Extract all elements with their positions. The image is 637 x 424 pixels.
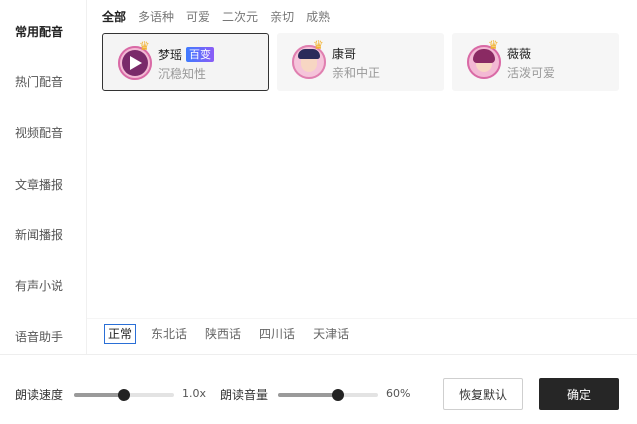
sidebar-item-audio-novel[interactable]: 有声小说 [15, 277, 63, 294]
voice-name: 梦瑶 [158, 48, 183, 62]
volume-slider-fill [278, 393, 338, 397]
crown-icon: ♛ [313, 38, 324, 52]
sidebar-item-news-broadcast[interactable]: 新闻播报 [15, 226, 63, 243]
versatile-badge: 百变 [186, 47, 215, 62]
sidebar-item-article-broadcast[interactable]: 文章播报 [15, 176, 63, 193]
tab-cute[interactable]: 可爱 [186, 9, 210, 25]
tab-mature[interactable]: 成熟 [306, 9, 330, 25]
sidebar-item-popular-voices[interactable]: 热门配音 [15, 73, 63, 90]
reset-default-button[interactable]: 恢复默认 [443, 378, 523, 410]
dialect-northeastern[interactable]: 东北话 [148, 324, 190, 344]
tab-friendly[interactable]: 亲切 [270, 9, 294, 25]
dialect-shaanxi[interactable]: 陕西话 [202, 324, 244, 344]
voice-description: 活泼可爱 [507, 66, 556, 80]
tab-multilingual[interactable]: 多语种 [138, 9, 174, 25]
voice-card-kangge[interactable]: ♛ 康哥 亲和中正 [277, 33, 444, 91]
volume-slider-handle[interactable] [332, 389, 344, 401]
play-icon [130, 56, 142, 70]
dialect-tianjin[interactable]: 天津话 [310, 324, 352, 344]
category-sidebar: 常用配音 热门配音 视频配音 文章播报 新闻播报 有声小说 语音助手 [0, 0, 87, 354]
dialect-sichuan[interactable]: 四川话 [256, 324, 298, 344]
speed-slider-fill [74, 393, 124, 397]
female-avatar-playing-icon[interactable]: ♛ [118, 40, 152, 80]
voice-style-tabs: 全部 多语种 可爱 二次元 亲切 成熟 [102, 9, 342, 25]
tab-anime[interactable]: 二次元 [222, 9, 258, 25]
volume-label: 朗读音量 [220, 388, 269, 402]
male-avatar-icon: ♛ [292, 39, 326, 79]
speed-label: 朗读速度 [15, 388, 64, 402]
confirm-button[interactable]: 确定 [539, 378, 619, 410]
speed-slider[interactable] [74, 389, 174, 401]
tab-all[interactable]: 全部 [102, 9, 126, 25]
female-avatar-icon: ♛ [467, 39, 501, 79]
voice-card-weiwei[interactable]: ♛ 薇薇 活泼可爱 [452, 33, 619, 91]
sidebar-item-video-voices[interactable]: 视频配音 [15, 124, 63, 141]
voice-description: 亲和中正 [332, 66, 381, 80]
speed-slider-handle[interactable] [118, 389, 130, 401]
voice-card-mengyao[interactable]: ♛ 梦瑶 百变 沉稳知性 [102, 33, 269, 91]
crown-icon: ♛ [488, 38, 499, 52]
sidebar-item-voice-assistant[interactable]: 语音助手 [15, 328, 63, 345]
volume-value: 60% [386, 387, 411, 400]
dialect-selector: 正常 东北话 陕西话 四川话 天津话 [104, 324, 364, 344]
crown-icon: ♛ [139, 39, 150, 53]
voice-description: 沉稳知性 [158, 67, 207, 81]
volume-slider[interactable] [278, 389, 378, 401]
dialect-normal[interactable]: 正常 [104, 324, 137, 344]
speed-value: 1.0x [182, 387, 207, 400]
voice-name: 康哥 [332, 47, 357, 61]
voice-name: 薇薇 [507, 47, 532, 61]
sidebar-item-common-voices[interactable]: 常用配音 [15, 23, 63, 40]
